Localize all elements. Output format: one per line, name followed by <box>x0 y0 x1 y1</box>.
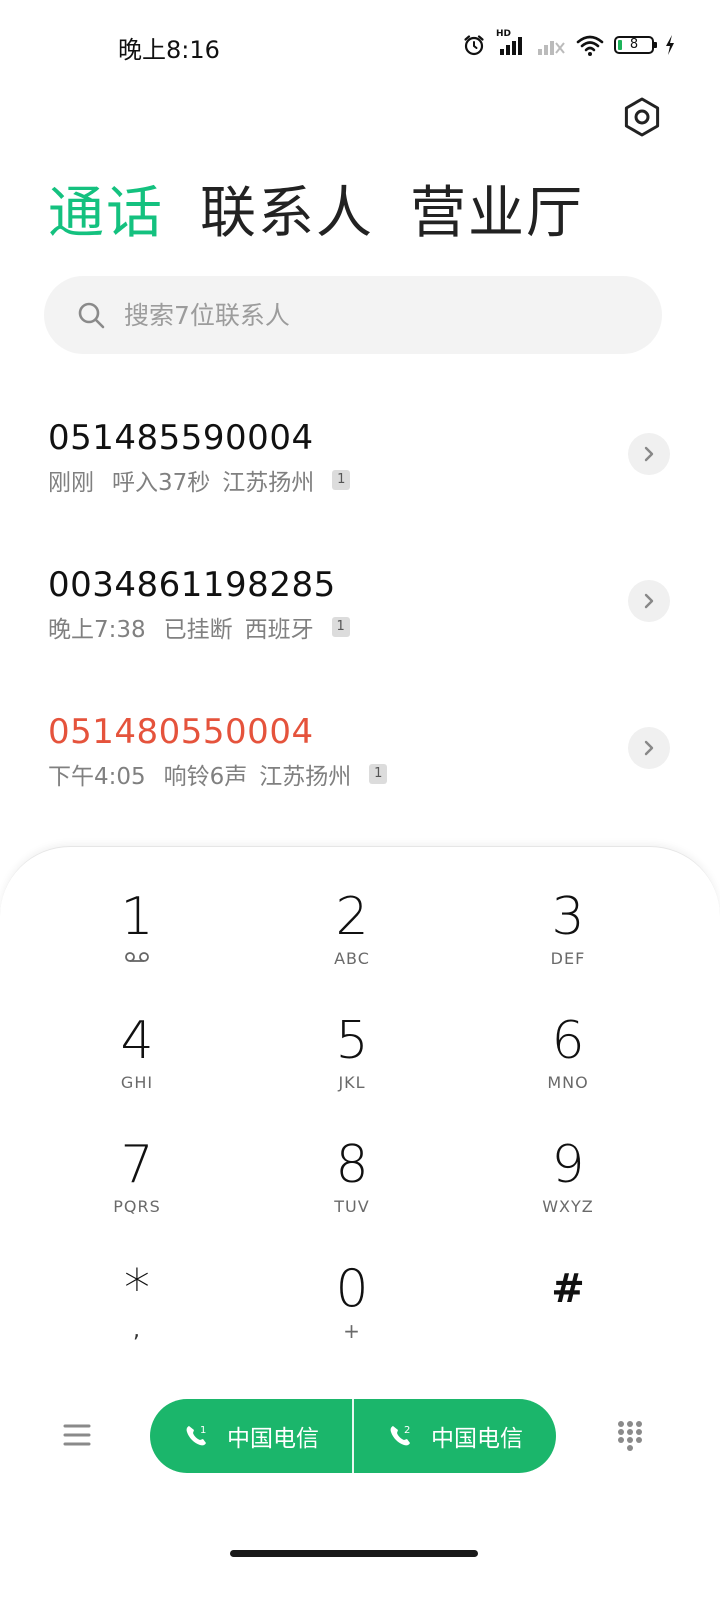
key-digit: * <box>124 1259 150 1319</box>
battery-icon: 8 <box>614 36 657 54</box>
search-bar[interactable] <box>44 276 662 354</box>
status-bar: 晚上8:16 HD 8 <box>0 0 720 95</box>
call-buttons: 1 中国电信 2 中国电信 <box>150 1399 556 1473</box>
call-log-item[interactable]: 051485590004 刚刚 呼入37秒 江苏扬州 1 <box>0 402 720 549</box>
search-input[interactable] <box>124 300 604 330</box>
key-digit: 4 <box>120 1011 154 1071</box>
key-letters: WXYZ <box>542 1197 594 1216</box>
wifi-icon <box>576 33 604 57</box>
key-3[interactable]: 3 DEF <box>468 887 668 997</box>
sim1-label: 1 <box>200 1425 206 1436</box>
home-indicator[interactable] <box>230 1550 478 1557</box>
call-detail-button[interactable] <box>628 727 670 769</box>
top-tabs: 通话 联系人 营业厅 <box>48 180 584 248</box>
key-letters: + <box>343 1319 361 1343</box>
key-digit: 7 <box>120 1135 154 1195</box>
key-letters: DEF <box>550 949 586 968</box>
key-7[interactable]: 7 PQRS <box>37 1135 237 1245</box>
key-letters: JKL <box>338 1073 366 1092</box>
chevron-right-icon <box>644 446 654 462</box>
key-hash[interactable]: # <box>468 1259 668 1369</box>
call-number: 0034861198285 <box>48 565 336 605</box>
call-meta: 晚上7:38 已挂断 西班牙 1 <box>48 610 350 644</box>
call-location: 江苏扬州 <box>259 764 352 790</box>
call-number: 051485590004 <box>48 418 314 458</box>
key-digit: 0 <box>335 1259 369 1319</box>
phone-sim2-icon: 2 <box>390 1425 410 1446</box>
key-letters: GHI <box>120 1073 154 1092</box>
keypad-grid-icon <box>618 1421 642 1451</box>
call-status: 呼入37秒 <box>112 470 211 496</box>
key-digit: 9 <box>551 1135 585 1195</box>
settings-button[interactable] <box>620 95 664 139</box>
call-status: 响铃6声 <box>163 764 248 790</box>
signal-weak-icon <box>536 33 566 57</box>
keypad-toggle-button[interactable] <box>616 1420 644 1452</box>
call-meta: 刚刚 呼入37秒 江苏扬州 1 <box>48 463 351 497</box>
sim2-label: 2 <box>404 1425 410 1436</box>
settings-hexagon-icon <box>624 97 660 137</box>
tab-contacts[interactable]: 联系人 <box>200 180 374 248</box>
call-location: 江苏扬州 <box>222 470 315 496</box>
key-star[interactable]: * , <box>37 1259 237 1369</box>
sim-badge: 1 <box>332 470 351 490</box>
key-digit: 2 <box>335 887 369 947</box>
voicemail-icon <box>37 949 237 969</box>
call-log-list: 051485590004 刚刚 呼入37秒 江苏扬州 1 00348611982… <box>0 402 720 843</box>
key-digit: 6 <box>551 1011 585 1071</box>
key-letters: TUV <box>334 1197 370 1216</box>
key-2[interactable]: 2 ABC <box>252 887 452 997</box>
tab-calls[interactable]: 通话 <box>48 180 164 248</box>
key-digit: 1 <box>120 887 154 947</box>
chevron-right-icon <box>644 740 654 756</box>
sim-badge: 1 <box>369 764 388 784</box>
key-letters: ABC <box>334 949 370 968</box>
carrier-label: 中国电信 <box>431 1426 523 1452</box>
status-icons: HD 8 <box>462 29 676 57</box>
status-time: 晚上8:16 <box>118 36 220 64</box>
key-digit: 8 <box>335 1135 369 1195</box>
call-detail-button[interactable] <box>628 433 670 475</box>
call-divider <box>352 1399 354 1473</box>
alarm-icon <box>462 33 486 57</box>
call-sim2-button[interactable]: 2 中国电信 <box>354 1399 556 1473</box>
key-letters: MNO <box>547 1073 589 1092</box>
chevron-right-icon <box>644 593 654 609</box>
carrier-label: 中国电信 <box>227 1426 319 1452</box>
signal-hd-icon: HD <box>496 29 526 57</box>
phone-sim1-icon: 1 <box>186 1425 206 1446</box>
charging-icon <box>664 34 676 56</box>
call-meta: 下午4:05 响铃6声 江苏扬州 1 <box>48 757 388 791</box>
key-9[interactable]: 9 WXYZ <box>468 1135 668 1245</box>
call-log-item[interactable]: 051480550004 下午4:05 响铃6声 江苏扬州 1 <box>0 696 720 843</box>
call-time: 下午4:05 <box>48 764 146 790</box>
call-detail-button[interactable] <box>628 580 670 622</box>
key-0[interactable]: 0 + <box>252 1259 452 1369</box>
call-number-missed: 051480550004 <box>48 712 314 752</box>
key-4[interactable]: 4 GHI <box>37 1011 237 1121</box>
key-digit: 3 <box>551 887 585 947</box>
sim-badge: 1 <box>331 617 350 637</box>
call-location: 西班牙 <box>244 617 314 643</box>
call-log-item[interactable]: 0034861198285 晚上7:38 已挂断 西班牙 1 <box>0 549 720 696</box>
tab-service-hall[interactable]: 营业厅 <box>410 180 584 248</box>
call-time: 晚上7:38 <box>48 617 146 643</box>
hamburger-menu-icon <box>63 1424 91 1446</box>
key-letters: , <box>133 1318 141 1343</box>
key-8[interactable]: 8 TUV <box>252 1135 452 1245</box>
key-letters: PQRS <box>113 1197 161 1216</box>
dialpad-panel: 1 2 ABC 3 DEF 4 GHI 5 JKL 6 MNO 7 PQRS 8… <box>0 846 720 1601</box>
key-digit: 5 <box>335 1011 369 1071</box>
call-sim1-button[interactable]: 1 中国电信 <box>150 1399 352 1473</box>
call-time: 刚刚 <box>48 470 94 496</box>
key-5[interactable]: 5 JKL <box>252 1011 452 1121</box>
search-icon <box>78 302 105 329</box>
key-digit: # <box>551 1266 585 1312</box>
menu-button[interactable] <box>62 1420 92 1450</box>
call-status: 已挂断 <box>163 617 233 643</box>
key-6[interactable]: 6 MNO <box>468 1011 668 1121</box>
key-1[interactable]: 1 <box>37 887 237 997</box>
